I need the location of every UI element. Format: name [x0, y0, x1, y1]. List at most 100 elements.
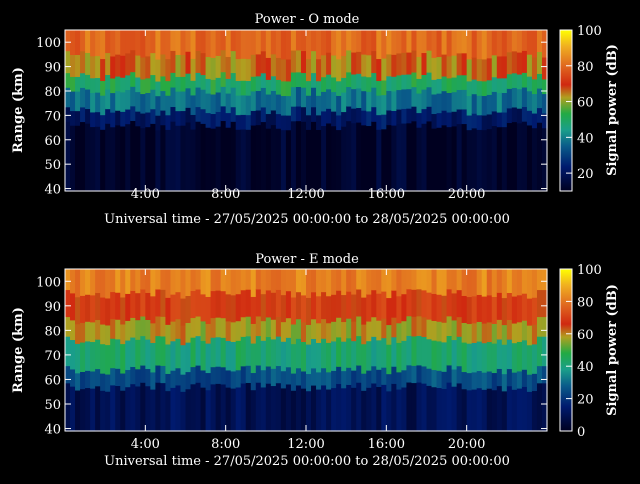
heatmap-cell: [240, 80, 247, 96]
heatmap-cell: [290, 390, 297, 432]
heatmap-cell: [436, 321, 443, 342]
heatmap-cell: [300, 370, 307, 389]
heatmap-cell: [225, 269, 232, 295]
heatmap-cell: [155, 382, 161, 432]
heatmap-cell: [245, 30, 252, 60]
heatmap-cell: [391, 90, 397, 111]
heatmap-cell: [295, 338, 302, 369]
heatmap-cell: [506, 385, 513, 432]
heatmap-cell: [185, 342, 192, 373]
heatmap-cell: [150, 123, 156, 192]
heatmap-cell: [185, 30, 192, 52]
heatmap-cell: [511, 269, 518, 297]
heatmap-cell: [341, 321, 347, 342]
heatmap-cell: [521, 106, 528, 122]
heatmap-cell: [521, 30, 528, 51]
heatmap-cell: [336, 58, 342, 82]
heatmap-cell: [531, 112, 538, 129]
heatmap-cell: [471, 57, 478, 80]
heatmap-cell: [471, 30, 478, 58]
heatmap-cell: [280, 129, 287, 192]
heatmap-cell: [240, 58, 247, 81]
heatmap-cell: [220, 71, 227, 87]
heatmap-cell: [326, 342, 332, 373]
heatmap-cell: [185, 51, 192, 74]
heatmap-cell: [285, 58, 292, 82]
heatmap-cell: [130, 269, 136, 291]
heatmap-cell: [240, 114, 247, 130]
heatmap-cell: [416, 364, 423, 383]
heatmap-cell: [381, 57, 387, 81]
heatmap-cell: [506, 319, 513, 340]
heatmap-cell: [506, 269, 513, 294]
heatmap-cell: [90, 388, 96, 432]
heatmap-cell: [521, 50, 528, 73]
heatmap-cell: [501, 324, 508, 345]
heatmap-cell: [185, 388, 192, 432]
heatmap-cell: [431, 93, 438, 115]
heatmap-cell: [486, 388, 493, 432]
heatmap-cell: [361, 124, 367, 192]
heatmap-cell: [110, 55, 116, 79]
heatmap-cell: [436, 93, 443, 114]
heatmap-cell: [170, 321, 177, 342]
heatmap-cell: [371, 30, 377, 52]
heatmap-cell: [215, 383, 222, 432]
heatmap-cell: [165, 269, 172, 298]
heatmap-cell: [321, 269, 327, 293]
heatmap-cell: [85, 108, 91, 124]
heatmap-cell: [165, 114, 172, 130]
heatmap-cell: [200, 387, 207, 432]
heatmap-cell: [341, 111, 347, 127]
heatmap-cell: [115, 319, 121, 340]
heatmap-cell: [396, 342, 402, 373]
heatmap-cell: [516, 30, 523, 53]
heatmap-cell: [476, 129, 483, 192]
chart-title-e-mode: Power - E mode: [255, 252, 359, 267]
heatmap-cell: [75, 296, 81, 325]
heatmap-cell: [205, 78, 212, 94]
heatmap-cell: [471, 269, 478, 297]
heatmap-cell: [411, 382, 418, 432]
heatmap-cell: [316, 114, 322, 131]
heatmap-cell: [511, 295, 518, 324]
heatmap-cell: [255, 30, 262, 55]
heatmap-cell: [461, 74, 468, 90]
heatmap-cell: [160, 110, 167, 126]
heatmap-cell: [235, 114, 242, 130]
heatmap-cell: [381, 318, 387, 339]
heatmap-cell: [401, 74, 408, 90]
heatmap-cell: [436, 387, 443, 432]
heatmap-cell: [290, 343, 297, 374]
heatmap-cell: [436, 294, 443, 322]
heatmap-cell: [200, 340, 207, 371]
heatmap-cell: [466, 343, 473, 374]
heatmap-cell: [406, 315, 413, 336]
heatmap-cell: [446, 269, 453, 290]
heatmap-cell: [180, 30, 187, 55]
heatmap-cell: [386, 390, 392, 432]
heatmap-cell: [306, 390, 312, 432]
heatmap-cell: [205, 323, 212, 344]
heatmap-cell: [190, 114, 197, 130]
heatmap-cell: [406, 381, 413, 432]
heatmap-cell: [185, 269, 192, 297]
heatmap-cell: [346, 71, 352, 88]
heatmap-cell: [235, 340, 242, 371]
heatmap-cell: [421, 30, 428, 54]
heatmap-cell: [220, 337, 227, 368]
heatmap-cell: [100, 30, 106, 60]
heatmap-cell: [321, 30, 327, 56]
heatmap-cell: [486, 113, 493, 130]
heatmap-cell: [165, 80, 172, 96]
heatmap-cell: [115, 110, 121, 126]
heatmap-cell: [125, 339, 131, 371]
heatmap-cell: [421, 52, 428, 75]
heatmap-cell: [295, 367, 302, 386]
heatmap-cell: [516, 73, 523, 90]
heatmap-cell: [466, 372, 473, 391]
heatmap-cell: [295, 86, 302, 107]
heatmap-cell: [476, 294, 483, 322]
heatmap-cell: [496, 269, 503, 293]
heatmap-cell: [140, 315, 146, 337]
